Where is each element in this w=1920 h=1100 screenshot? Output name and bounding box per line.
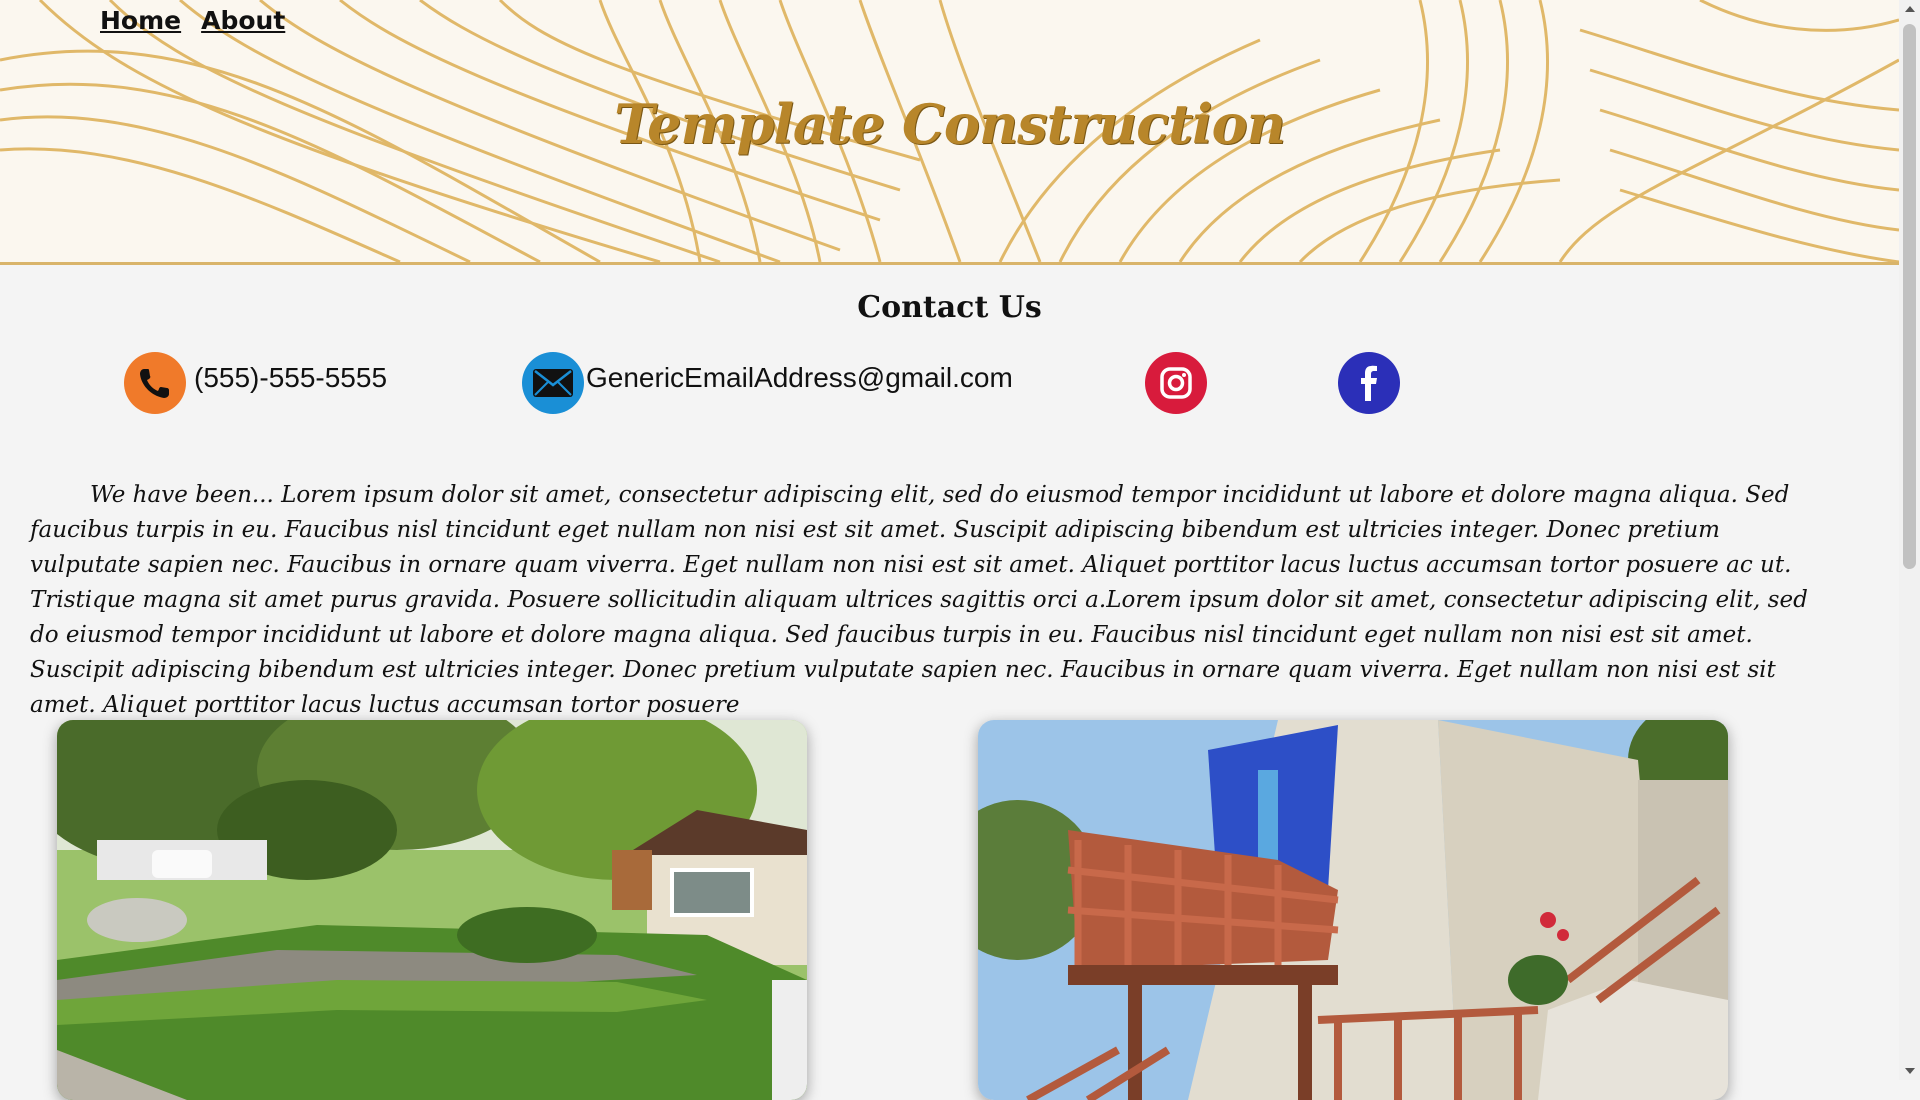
contact-facebook[interactable] bbox=[1338, 352, 1400, 414]
page-scrollbar[interactable] bbox=[1899, 0, 1920, 1080]
header-banner: Home About Template Construction bbox=[0, 0, 1899, 265]
instagram-icon[interactable] bbox=[1145, 352, 1207, 414]
scroll-up-arrow-icon[interactable] bbox=[1905, 6, 1915, 12]
scroll-down-arrow-icon[interactable] bbox=[1905, 1068, 1915, 1074]
phone-number[interactable]: (555)-555-5555 bbox=[194, 362, 387, 394]
email-icon[interactable] bbox=[522, 352, 584, 414]
house-deck-photo bbox=[978, 720, 1728, 1100]
about-paragraph: We have been... Lorem ipsum dolor sit am… bbox=[30, 482, 1808, 718]
top-nav: Home About bbox=[100, 6, 285, 35]
scroll-thumb[interactable] bbox=[1903, 24, 1916, 569]
landscaped-yard-photo bbox=[57, 720, 807, 1100]
contact-instagram[interactable] bbox=[1145, 352, 1207, 414]
nav-home-link[interactable]: Home bbox=[100, 6, 181, 35]
facebook-icon[interactable] bbox=[1338, 352, 1400, 414]
contact-phone[interactable]: (555)-555-5555 bbox=[124, 352, 387, 414]
nav-about-link[interactable]: About bbox=[201, 6, 285, 35]
contact-heading: Contact Us bbox=[857, 290, 1042, 325]
email-address[interactable]: GenericEmailAddress@gmail.com bbox=[586, 362, 1013, 394]
contact-email[interactable]: GenericEmailAddress@gmail.com bbox=[522, 352, 1013, 414]
phone-icon[interactable] bbox=[124, 352, 186, 414]
site-title: Template Construction bbox=[614, 92, 1286, 156]
